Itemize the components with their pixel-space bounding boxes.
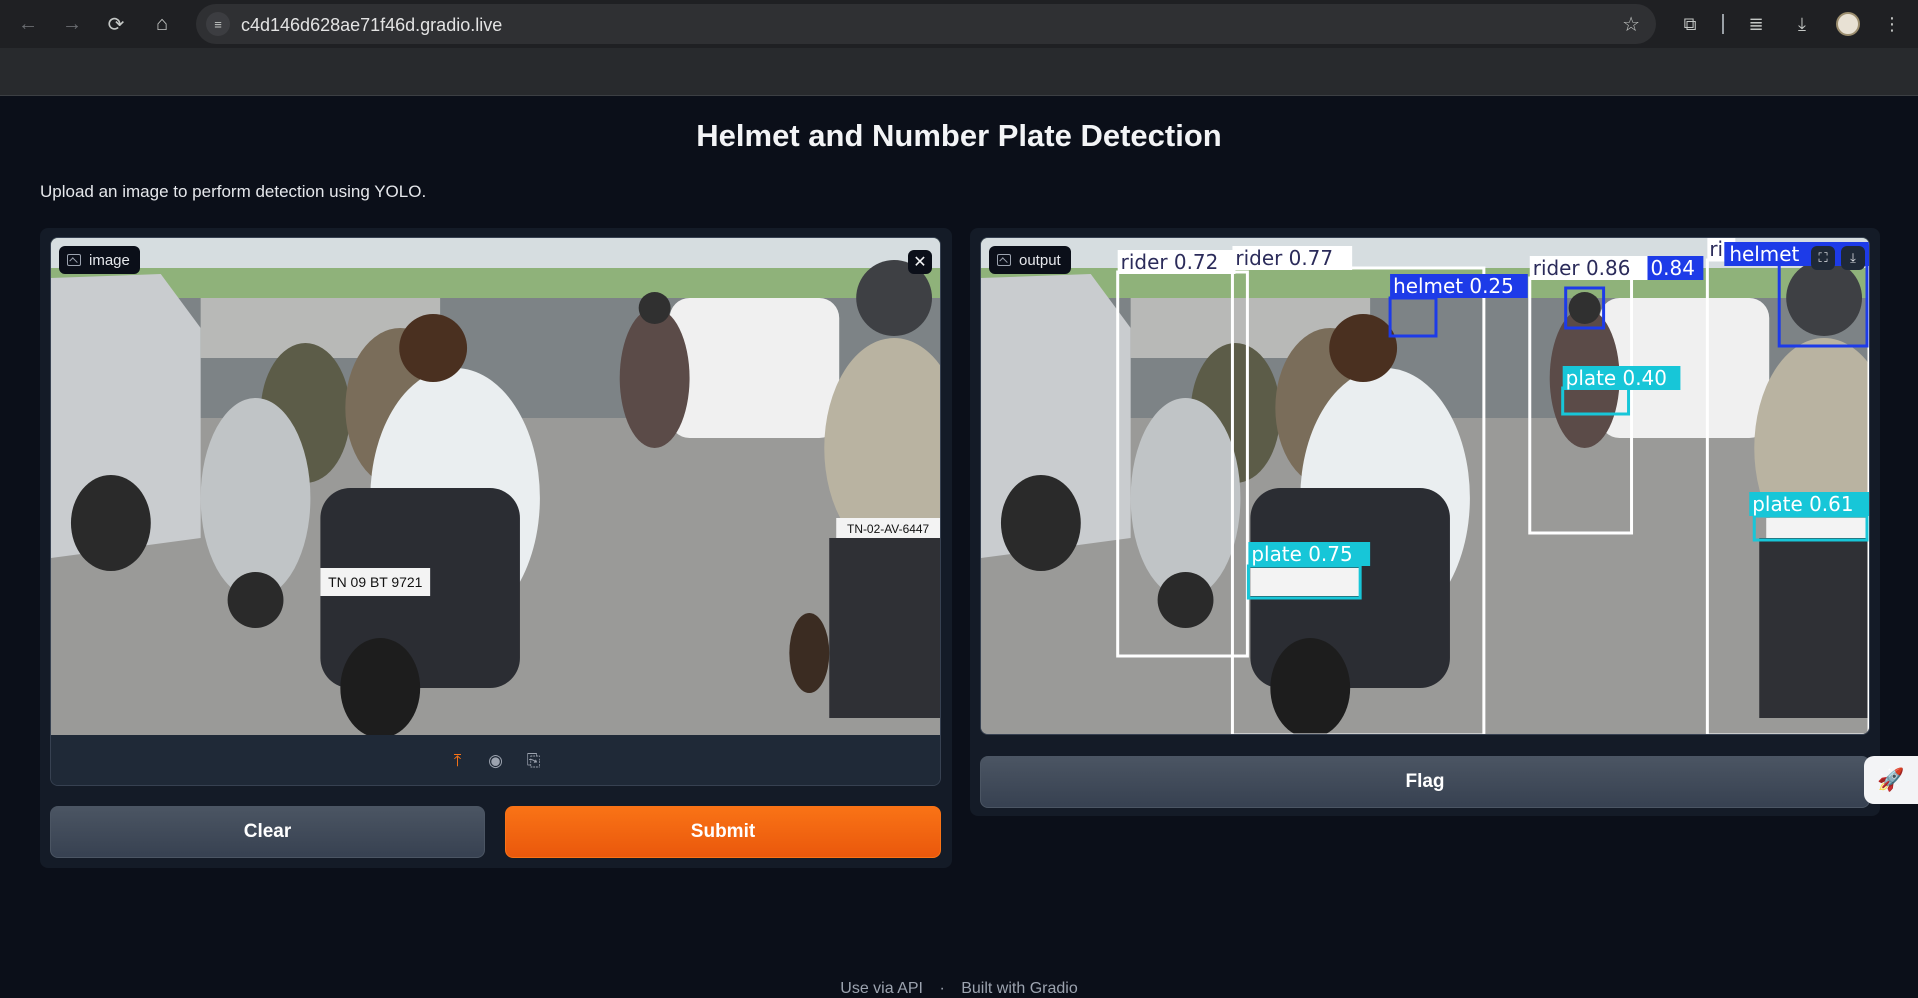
right-plate-text: TN-02-AV-6447 [847,522,930,536]
rocket-icon[interactable]: 🚀 [1864,756,1918,804]
output-image-preview: rider 0.72 rider 0.77 helmet 0.25 rider … [981,238,1869,734]
browser-chrome: ← → ⟳ ⌂ ≡ c4d146d628ae71f46d.gradio.live… [0,0,1918,96]
output-label-text: output [1019,251,1061,269]
output-toolbar: ⛶ ⤓ [1811,246,1865,270]
street-scene-input: TN 09 BT 9721 TN-02-AV-6447 [51,238,940,735]
det-label-rider-1: rider 0.72 [1121,250,1219,274]
media-queue-icon[interactable]: ≣ [1740,8,1772,40]
det-label-rider-2: rider 0.77 [1235,246,1333,270]
front-plate-text: TN 09 BT 9721 [328,574,423,590]
det-label-helmet-1: helmet 0.25 [1393,274,1514,298]
reload-icon[interactable]: ⟳ [100,8,132,40]
image-output: output ⛶ ⤓ rider 0.72 rider 0.77 helmet … [980,237,1870,735]
image-label-text: image [89,251,130,269]
address-bar[interactable]: ≡ c4d146d628ae71f46d.gradio.live ☆ [196,4,1656,44]
det-label-helmet-3: helmet [1729,242,1799,266]
page-description: Upload an image to perform detection usi… [40,182,427,201]
footer: Use via API · Built with Gradio [0,980,1918,998]
browser-toolbar: ← → ⟳ ⌂ ≡ c4d146d628ae71f46d.gradio.live… [0,0,1918,48]
det-label-plate-1: plate 0.40 [1566,366,1667,390]
footer-separator: · [939,980,945,997]
forward-icon[interactable]: → [56,8,88,40]
submit-button[interactable]: Submit [505,806,941,858]
menu-kebab-icon[interactable]: ⋮ [1876,8,1908,40]
fullscreen-icon[interactable]: ⛶ [1811,246,1835,270]
image-input-label: image [59,246,140,274]
home-icon[interactable]: ⌂ [146,8,178,40]
profile-avatar[interactable] [1836,12,1860,36]
image-output-label: output [989,246,1071,274]
download-icon[interactable]: ⤓ [1841,246,1865,270]
bookmark-star-icon[interactable]: ☆ [1622,12,1640,37]
det-label-helmet-2: 0.84 [1650,256,1694,280]
back-icon[interactable]: ← [12,8,44,40]
source-selector: ⤒ ◉ ⎘ [51,735,940,785]
extensions-icon[interactable]: ⧉ [1674,8,1706,40]
page-title: Helmet and Number Plate Detection [696,118,1222,153]
image-icon [67,254,81,266]
image-icon [997,254,1011,266]
close-icon[interactable]: ✕ [908,250,932,274]
site-settings-icon[interactable]: ≡ [206,12,230,36]
det-label-plate-2: plate 0.61 [1752,492,1853,516]
clear-button[interactable]: Clear [50,806,485,858]
url-text[interactable]: c4d146d628ae71f46d.gradio.live [241,15,502,36]
download-icon[interactable]: ⤓ [1786,8,1818,40]
image-input[interactable]: image ✕ TN 09 BT 9721 TN-02-AV-6447 ⤒ ◉ … [50,237,941,786]
street-scene-output: rider 0.72 rider 0.77 helmet 0.25 rider … [981,238,1869,734]
input-image-preview: TN 09 BT 9721 TN-02-AV-6447 [51,238,940,735]
upload-icon[interactable]: ⤒ [447,750,469,772]
clipboard-icon[interactable]: ⎘ [523,750,545,772]
toolbar-divider [1722,14,1724,34]
det-label-rider-3: rider 0.86 [1533,256,1631,280]
webcam-icon[interactable]: ◉ [485,750,507,772]
use-via-api-link[interactable]: Use via API [840,980,923,997]
flag-button[interactable]: Flag [980,756,1870,808]
built-with-gradio-link[interactable]: Built with Gradio [961,980,1078,997]
det-label-rider-4: ri [1709,238,1723,261]
det-label-plate-3: plate 0.75 [1251,542,1352,566]
